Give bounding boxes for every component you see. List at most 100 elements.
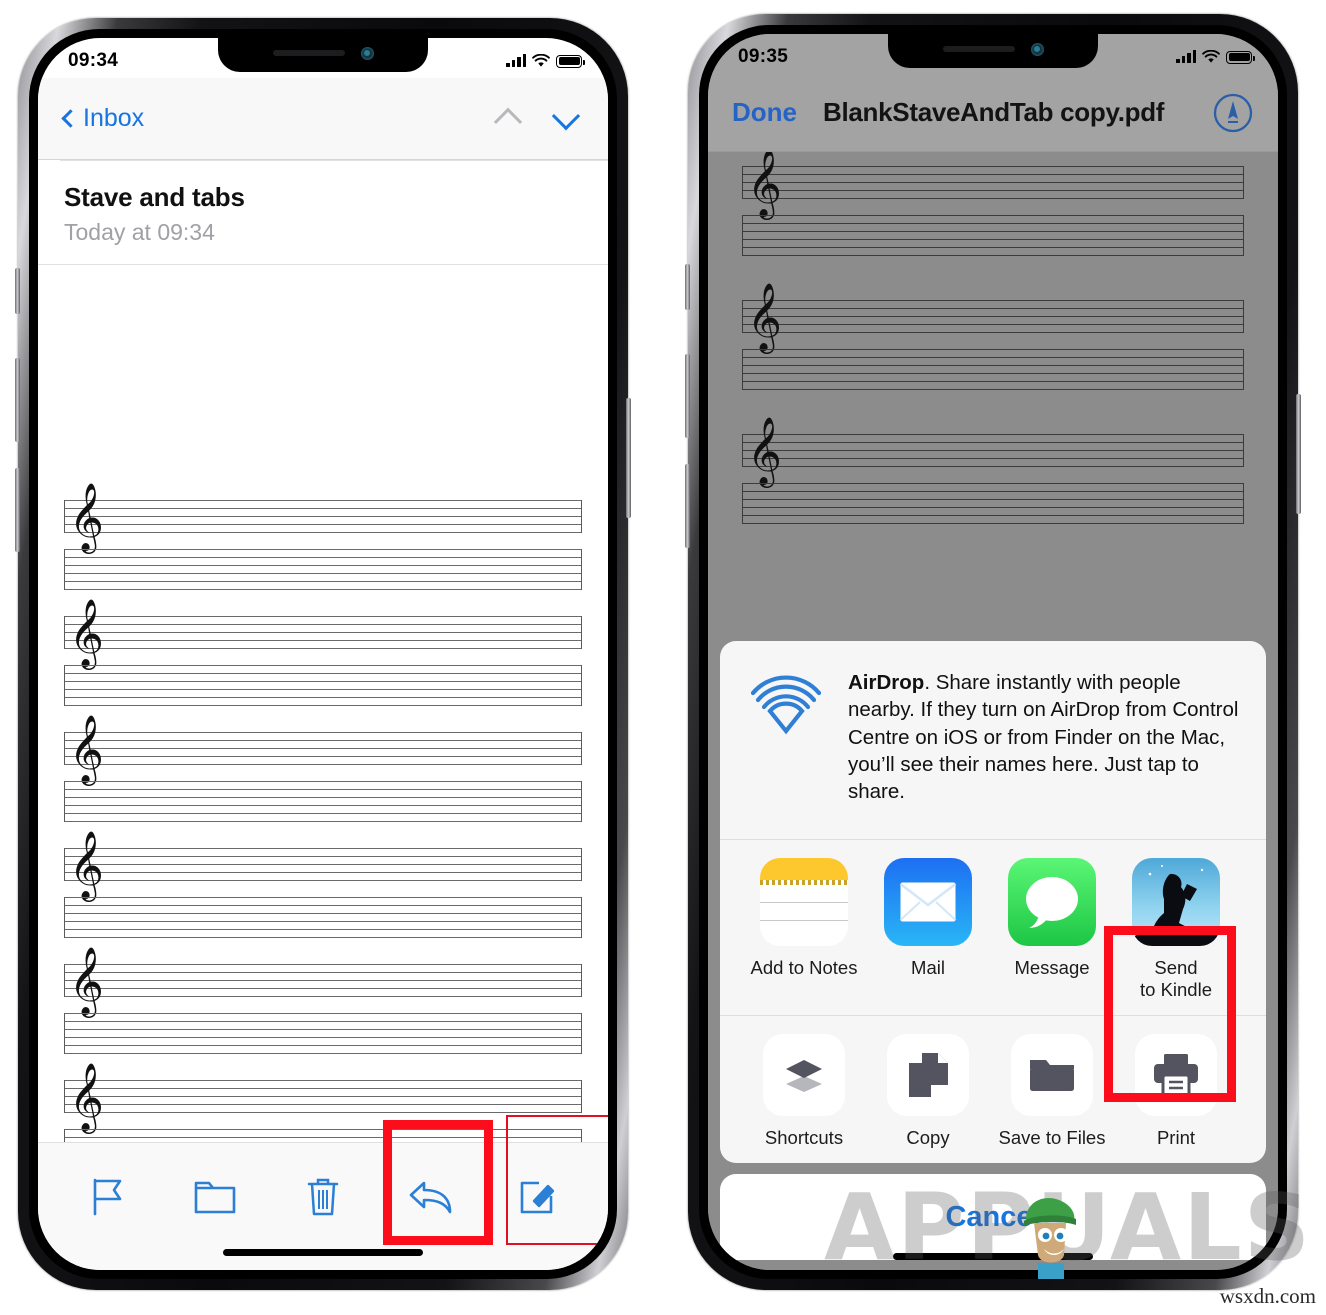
volume-down-button[interactable] <box>15 468 20 552</box>
notes-app-icon <box>760 857 848 946</box>
stave-line <box>743 458 1243 459</box>
cellular-bars-icon <box>506 54 526 67</box>
tab-line <box>65 573 581 574</box>
pdf-navigation-bar: Done BlankStaveAndTab copy.pdf <box>708 74 1278 152</box>
markup-pen-button[interactable] <box>1212 92 1254 134</box>
treble-stave: 𝄞 <box>742 153 1244 212</box>
tab-stave <box>64 897 582 938</box>
tab-line <box>65 897 581 898</box>
share-app-notes[interactable]: Add to Notes <box>742 857 866 1001</box>
cancel-button[interactable]: Cancel <box>720 1174 1266 1260</box>
stave-system: 𝄞 <box>742 421 1244 524</box>
stave-line <box>65 1088 581 1089</box>
left-phone: 09:34 Inbox Stave and tabs Today at 09:3… <box>15 18 631 1290</box>
action-copy[interactable]: Copy <box>866 1033 990 1149</box>
action-shortcuts[interactable]: Shortcuts <box>742 1033 866 1149</box>
tab-line <box>743 357 1243 358</box>
power-button[interactable] <box>626 398 631 518</box>
tab-line <box>743 255 1243 256</box>
stave-line <box>743 308 1243 309</box>
compose-highlight-box <box>506 1115 608 1245</box>
status-indicators <box>506 54 585 68</box>
stave-line <box>65 500 581 501</box>
tab-stave <box>742 483 1244 524</box>
tab-line <box>743 515 1243 516</box>
silent-switch[interactable] <box>15 268 20 314</box>
tab-line <box>65 697 581 698</box>
trash-icon <box>307 1178 339 1216</box>
tab-line <box>743 365 1243 366</box>
silent-switch-right[interactable] <box>685 264 690 310</box>
share-app-message[interactable]: Message <box>990 857 1114 1001</box>
power-button-right[interactable] <box>1296 394 1301 514</box>
volume-down-button-right[interactable] <box>685 464 690 548</box>
score-sheet: 𝄞 𝄞 𝄞 𝄞 𝄞 𝄞 <box>64 487 582 1142</box>
tab-line <box>743 499 1243 500</box>
airdrop-icon <box>750 675 822 735</box>
phone-bezel-left: 09:34 Inbox Stave and tabs Today at 09:3… <box>29 29 617 1279</box>
appuals-mascot-icon <box>1024 1197 1076 1279</box>
stave-line <box>743 166 1243 167</box>
right-phone: 09:35 Done BlankStaveAndTab copy.pdf 𝄞 𝄞… <box>685 14 1301 1290</box>
back-to-inbox-button[interactable]: Inbox <box>61 104 145 133</box>
status-time: 09:34 <box>68 50 119 71</box>
stave-line <box>65 764 581 765</box>
stave-line <box>65 1096 581 1097</box>
share-app-mail[interactable]: Mail <box>866 857 990 1001</box>
tab-line <box>743 483 1243 484</box>
tab-line <box>65 705 581 706</box>
treble-clef-icon: 𝄞 <box>69 714 104 783</box>
messages-app-icon <box>1008 857 1096 946</box>
home-indicator-left[interactable] <box>223 1249 423 1256</box>
move-to-folder-button[interactable] <box>178 1165 252 1229</box>
status-indicators-right <box>1176 50 1255 64</box>
folder-icon <box>1030 1059 1074 1091</box>
stave-line <box>743 174 1243 175</box>
right-screen: 09:35 Done BlankStaveAndTab copy.pdf 𝄞 𝄞… <box>708 34 1278 1270</box>
stave-line <box>65 996 581 997</box>
tab-line <box>743 215 1243 216</box>
delete-button[interactable] <box>286 1165 360 1229</box>
message-body[interactable]: 𝄞 𝄞 𝄞 𝄞 𝄞 𝄞 <box>38 278 608 1142</box>
back-label: Inbox <box>83 104 145 132</box>
volume-up-button-right[interactable] <box>685 354 690 438</box>
tab-line <box>65 1021 581 1022</box>
stave-line <box>65 508 581 509</box>
stave-system: 𝄞 <box>64 487 582 590</box>
tab-line <box>65 813 581 814</box>
stave-line <box>65 532 581 533</box>
screenshot-canvas: 09:34 Inbox Stave and tabs Today at 09:3… <box>0 0 1326 1315</box>
stave-line <box>743 324 1243 325</box>
volume-up-button[interactable] <box>15 358 20 442</box>
stave-system: 𝄞 <box>64 835 582 938</box>
action-label: Save to Files <box>998 1126 1106 1148</box>
treble-clef-icon: 𝄞 <box>69 830 104 899</box>
tab-line <box>65 913 581 914</box>
share-app-label: Add to Notes <box>750 956 858 978</box>
tab-line <box>65 929 581 930</box>
treble-clef-icon: 𝄞 <box>69 1062 104 1131</box>
stave-line <box>65 856 581 857</box>
message-navigation <box>493 101 582 136</box>
tab-line <box>743 381 1243 382</box>
tab-line <box>65 1045 581 1046</box>
stave-line <box>65 848 581 849</box>
share-app-label: Mail <box>911 956 945 978</box>
tab-stave <box>742 349 1244 390</box>
tab-line <box>65 905 581 906</box>
action-save-to-files[interactable]: Save to Files <box>990 1033 1114 1149</box>
airdrop-row[interactable]: AirDrop. Share instantly with people nea… <box>720 641 1266 839</box>
chevron-up-icon[interactable] <box>493 107 523 136</box>
stave-line <box>743 450 1243 451</box>
tab-line <box>65 549 581 550</box>
flag-button[interactable] <box>71 1165 145 1229</box>
treble-clef-icon: 𝄞 <box>747 152 782 217</box>
action-label: Print <box>1156 1126 1196 1148</box>
tab-line <box>65 1053 581 1054</box>
treble-stave: 𝄞 <box>64 951 582 1010</box>
done-button[interactable]: Done <box>732 97 797 128</box>
mail-app-icon <box>884 857 972 946</box>
tab-stave <box>64 1129 582 1142</box>
flag-icon <box>93 1178 122 1216</box>
chevron-down-icon[interactable] <box>551 101 581 130</box>
